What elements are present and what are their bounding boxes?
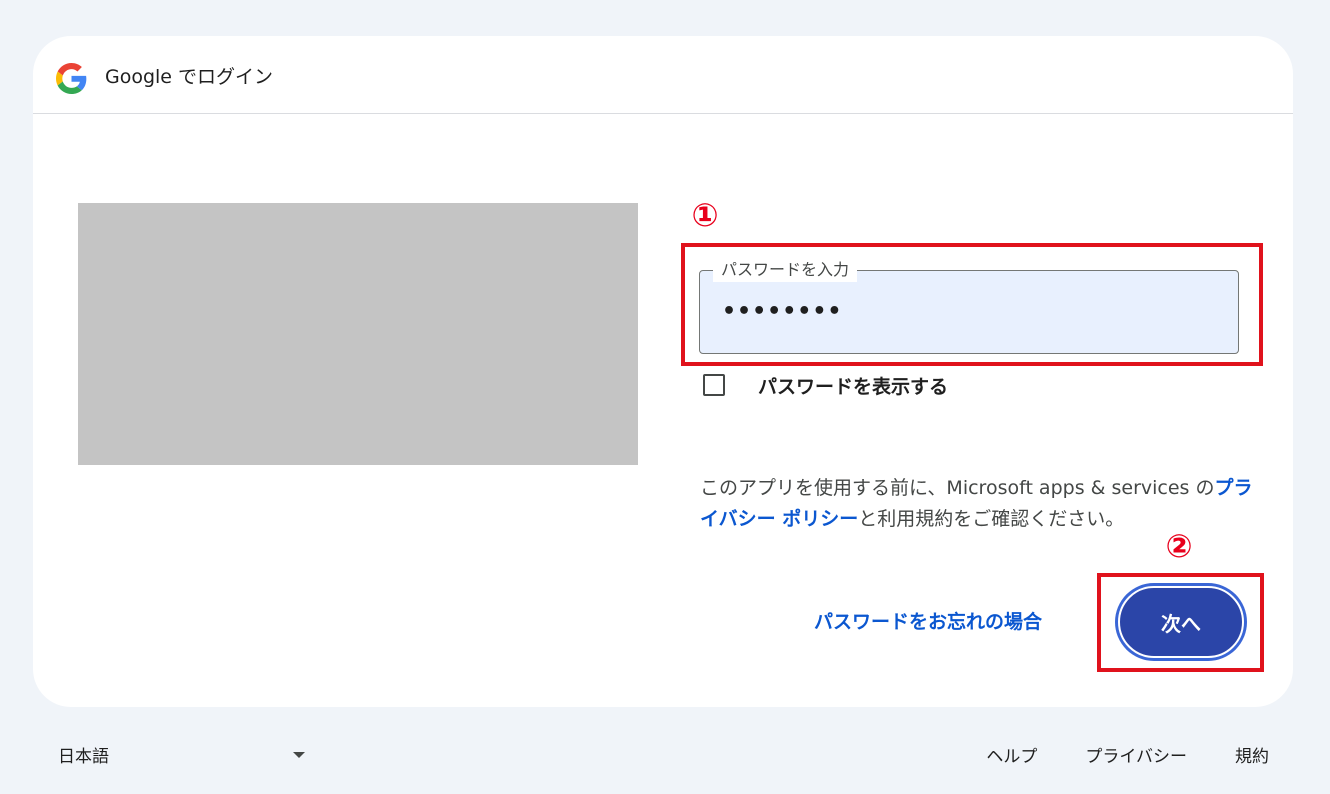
password-value[interactable]: •••••••• xyxy=(722,297,843,327)
redacted-image xyxy=(78,203,638,465)
footer-privacy-link[interactable]: プライバシー xyxy=(1085,742,1187,767)
header-title: Google でログイン xyxy=(105,66,274,88)
signin-card: Google でログイン ① パスワードを入力 •••••••• パスワードを表… xyxy=(33,36,1293,707)
footer-links: ヘルプ プライバシー 規約 xyxy=(938,742,1269,767)
password-input[interactable]: パスワードを入力 •••••••• xyxy=(699,258,1239,354)
dropdown-caret-icon xyxy=(293,752,305,758)
footer-help-link[interactable]: ヘルプ xyxy=(986,742,1037,767)
next-button[interactable]: 次へ xyxy=(1118,586,1244,658)
language-selector[interactable]: 日本語 xyxy=(58,742,308,767)
step-2-marker: ② xyxy=(1165,527,1193,565)
card-header: Google でログイン xyxy=(33,36,1293,114)
footer-terms-link[interactable]: 規約 xyxy=(1235,742,1269,767)
language-label: 日本語 xyxy=(58,747,109,767)
google-logo-icon xyxy=(56,63,87,94)
footer: 日本語 ヘルプ プライバシー 規約 xyxy=(0,740,1330,770)
show-password-toggle[interactable]: パスワードを表示する xyxy=(703,370,948,400)
show-password-label[interactable]: パスワードを表示する xyxy=(758,372,948,399)
step-1-marker: ① xyxy=(691,196,719,234)
terms-text-after: と利用規約をご確認ください。 xyxy=(858,508,1125,530)
terms-text-before: このアプリを使用する前に、Microsoft apps & services の xyxy=(700,477,1215,499)
password-field-label: パスワードを入力 xyxy=(713,258,858,282)
show-password-checkbox[interactable] xyxy=(703,374,725,396)
forgot-password-link[interactable]: パスワードをお忘れの場合 xyxy=(814,607,1042,637)
